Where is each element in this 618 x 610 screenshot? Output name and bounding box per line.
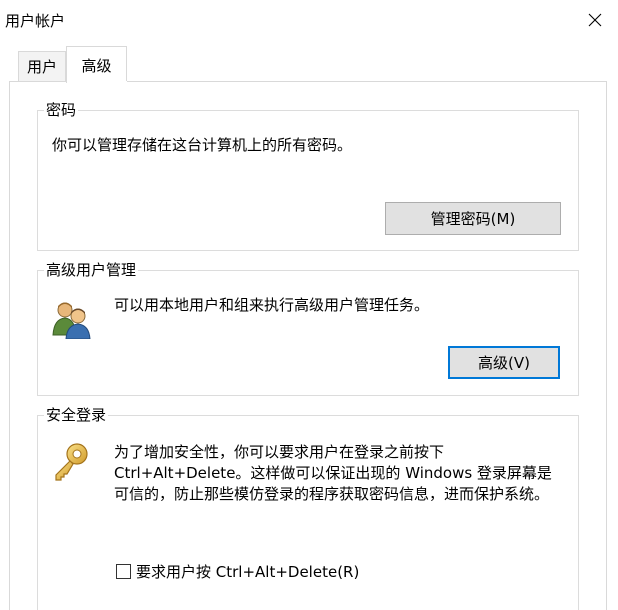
manage-passwords-button-label: 管理密码(M) (430, 210, 516, 228)
title-bar: 用户帐户 (0, 0, 618, 40)
tab-users[interactable]: 用户 (18, 51, 66, 81)
manage-passwords-button[interactable]: 管理密码(M) (385, 202, 561, 235)
advanced-button[interactable]: 高级(V) (448, 346, 560, 379)
password-groupbox: 密码 你可以管理存储在这台计算机上的所有密码。 管理密码(M) (37, 100, 579, 251)
require-ctrl-alt-delete-label[interactable]: 要求用户按 Ctrl+Alt+Delete(R) (136, 561, 359, 582)
password-group-legend: 密码 (44, 100, 79, 120)
advanced-users-group-legend: 高级用户管理 (44, 260, 139, 280)
tab-panel-border-left (9, 81, 10, 610)
secure-logon-description-line-1: 为了增加安全性，你可以要求用户在登录之前按下 (114, 443, 445, 461)
advanced-users-description: 可以用本地用户和组来执行高级用户管理任务。 (114, 296, 430, 314)
key-icon (55, 443, 88, 481)
tab-panel-border-right (606, 81, 607, 610)
tab-users-label: 用户 (26, 58, 57, 76)
advanced-user-management-groupbox: 高级用户管理 可以用本地用户和组来执行高级用户管理任务。 高级(V) (37, 260, 579, 396)
users-group-icon (52, 302, 91, 339)
secure-logon-group-legend: 安全登录 (44, 405, 109, 425)
window-title: 用户帐户 (5, 12, 66, 30)
secure-logon-description-line-3: 可信的，防止那些模仿登录的程序获取密码信息，进而保护系统。 (114, 485, 550, 503)
secure-logon-description-line-2: Ctrl+Alt+Delete。这样做可以保证出现的 Windows 登录屏幕是 (114, 464, 552, 482)
secure-logon-groupbox: 安全登录 为了增加安全性，你可以要求用户在登录之前按下 Ctrl+Alt+Del… (37, 405, 579, 610)
user-accounts-dialog: 用户帐户 用户 高级 密码 你可以管理存储在这台计算机上的所有密码。 管理密码(… (0, 0, 618, 610)
tab-advanced[interactable]: 高级 (66, 46, 127, 83)
close-button[interactable] (572, 0, 618, 40)
close-icon (588, 13, 602, 27)
tab-selected-connector (67, 81, 127, 83)
advanced-button-label: 高级(V) (478, 354, 530, 372)
tab-advanced-label: 高级 (81, 56, 112, 75)
password-description: 你可以管理存储在这台计算机上的所有密码。 (52, 136, 353, 154)
require-ctrl-alt-delete-checkbox[interactable] (116, 564, 131, 579)
